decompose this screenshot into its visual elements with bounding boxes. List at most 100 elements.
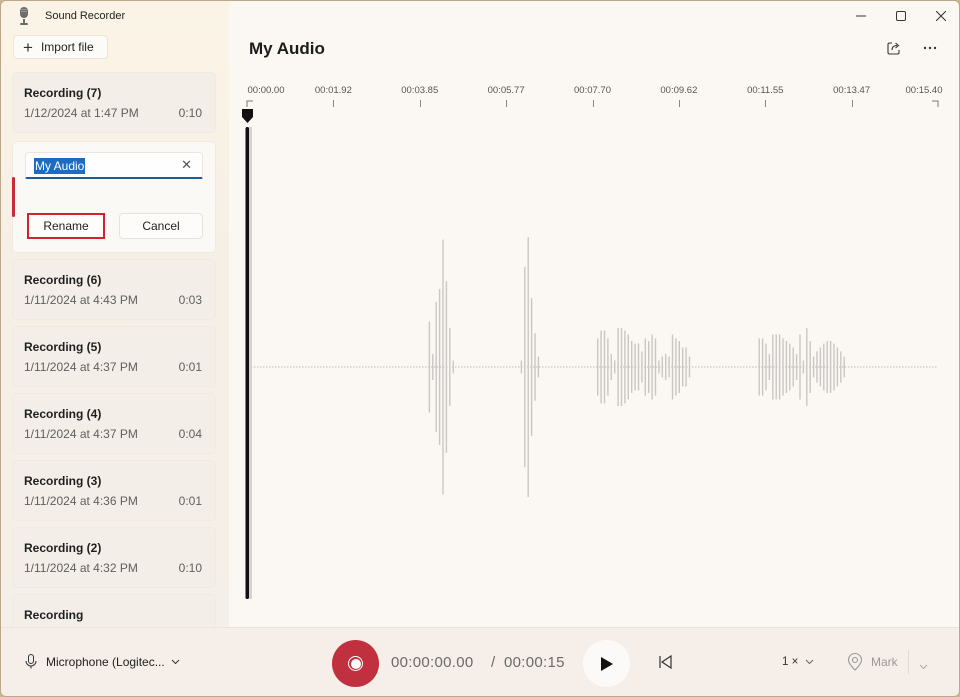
waveform-bar — [641, 351, 643, 383]
waveform-bar — [768, 354, 771, 380]
current-time: 00:00:00.00 — [391, 654, 474, 671]
playhead-handle[interactable] — [242, 109, 253, 123]
recording-duration: 0:03 — [178, 293, 202, 307]
waveform-bar — [603, 330, 606, 404]
location-pin-icon — [847, 653, 863, 671]
recording-item[interactable]: Recording (6) 1/11/2024 at 4:43 PM 0:03 — [12, 259, 216, 320]
waveform-bar — [442, 239, 444, 495]
waveform-bar — [789, 343, 791, 391]
recording-duration: 0:10 — [178, 106, 202, 120]
waveform-bar — [829, 341, 832, 393]
playhead-line[interactable] — [245, 127, 250, 599]
speed-label: 1 × — [782, 656, 799, 668]
waveform-bar — [778, 334, 781, 400]
waveform-bar — [836, 347, 839, 387]
waveform-bar — [644, 338, 646, 396]
waveform-bar — [452, 360, 454, 374]
waveform-bar — [675, 338, 677, 396]
mark-options-button[interactable] — [919, 657, 928, 675]
waveform-bar — [775, 334, 777, 400]
waveform-bar — [785, 341, 788, 393]
waveform-bar — [534, 333, 536, 401]
waveform-bar — [816, 351, 818, 383]
waveform-bar — [668, 356, 670, 378]
chevron-down-icon — [805, 659, 814, 665]
waveform-bar — [648, 341, 650, 393]
waveform-bar — [688, 356, 691, 378]
recording-item[interactable]: Recording (7) 1/12/2024 at 1:47 PM 0:10 — [12, 72, 216, 133]
microphone-select[interactable]: Microphone (Logitec... — [25, 654, 180, 669]
waveform-bar — [438, 289, 441, 445]
waveform-bar — [833, 343, 835, 391]
total-time: 00:00:15 — [504, 654, 565, 671]
waveform-bar — [792, 347, 794, 387]
recording-date: 1/11/2024 at 4:37 PM — [24, 427, 138, 441]
waveform-bar — [597, 338, 599, 396]
mark-button[interactable]: Mark — [847, 653, 898, 671]
record-icon — [348, 656, 363, 671]
recording-duration: 0:10 — [178, 561, 202, 575]
play-button[interactable] — [583, 640, 630, 687]
waveform-bar — [617, 328, 619, 406]
waveform-bar — [530, 298, 533, 436]
recording-duration: 0:01 — [178, 494, 202, 508]
skip-back-icon — [659, 654, 672, 670]
waveform-bar — [765, 343, 767, 391]
cancel-button[interactable]: Cancel — [119, 213, 203, 239]
waveform-bar — [812, 356, 815, 378]
rename-button[interactable]: Rename — [27, 213, 105, 239]
waveform-bar — [806, 328, 808, 406]
waveform-bar — [671, 334, 674, 400]
waveform-bar — [802, 360, 805, 374]
waveform-bar — [610, 354, 612, 380]
waveform-bar — [428, 321, 431, 413]
playhead-shadow — [249, 127, 252, 599]
waveform-bar — [624, 330, 626, 404]
microphone-label: Microphone (Logitec... — [46, 654, 165, 669]
waveform-bar — [809, 341, 811, 393]
waveform-bar — [685, 347, 687, 387]
chevron-down-icon — [919, 664, 928, 670]
waveform-bar — [795, 354, 798, 380]
rename-input-value[interactable]: My Audio — [34, 158, 86, 174]
clear-icon[interactable]: ✕ — [181, 157, 192, 173]
waveform[interactable] — [229, 1, 960, 627]
recording-item[interactable]: Recording (5) 1/11/2024 at 4:37 PM 0:01 — [12, 326, 216, 387]
waveform-bar — [826, 341, 828, 393]
playback-speed-select[interactable]: 1 × — [782, 656, 814, 668]
sidebar: Sound Recorder + Import file Recording (… — [1, 1, 229, 655]
waveform-bar — [758, 338, 760, 396]
waveform-bar — [651, 334, 653, 400]
waveform-bar — [527, 237, 529, 497]
waveform-bar — [432, 354, 434, 380]
waveform-bar — [449, 328, 451, 406]
waveform-bar — [654, 338, 657, 396]
rename-input[interactable]: My Audio ✕ — [25, 152, 203, 179]
recording-date: 1/11/2024 at 4:43 PM — [24, 293, 138, 307]
waveform-bar — [678, 341, 680, 393]
recording-date: 1/11/2024 at 4:32 PM — [24, 561, 138, 575]
app-mic-icon — [20, 7, 28, 25]
record-button[interactable] — [332, 640, 379, 687]
recording-item[interactable]: Recording (3) 1/11/2024 at 4:36 PM 0:01 — [12, 460, 216, 521]
skip-to-start-button[interactable] — [657, 654, 673, 675]
waveform-bar — [520, 360, 523, 374]
waveform-bar — [658, 360, 660, 374]
recording-item[interactable]: Recording (4) 1/11/2024 at 4:37 PM 0:04 — [12, 393, 216, 454]
recording-item[interactable]: Recording (2) 1/11/2024 at 4:32 PM 0:10 — [12, 527, 216, 588]
waveform-bar — [524, 266, 526, 468]
waveform-bar — [631, 341, 633, 393]
waveform-bar — [772, 334, 774, 400]
mark-label: Mark — [871, 655, 898, 669]
plus-icon: + — [23, 37, 33, 57]
waveform-bar — [823, 343, 825, 391]
waveform-bar — [665, 354, 667, 380]
waveform-bar — [634, 343, 636, 391]
waveform-bar — [627, 334, 629, 400]
waveform-bar — [614, 360, 616, 374]
chevron-down-icon — [171, 659, 180, 664]
import-file-button[interactable]: + Import file — [13, 35, 108, 59]
recording-name: Recording (2) — [24, 541, 102, 555]
recording-name: Recording (7) — [24, 86, 102, 100]
timeline-end-brackets — [246, 100, 939, 107]
